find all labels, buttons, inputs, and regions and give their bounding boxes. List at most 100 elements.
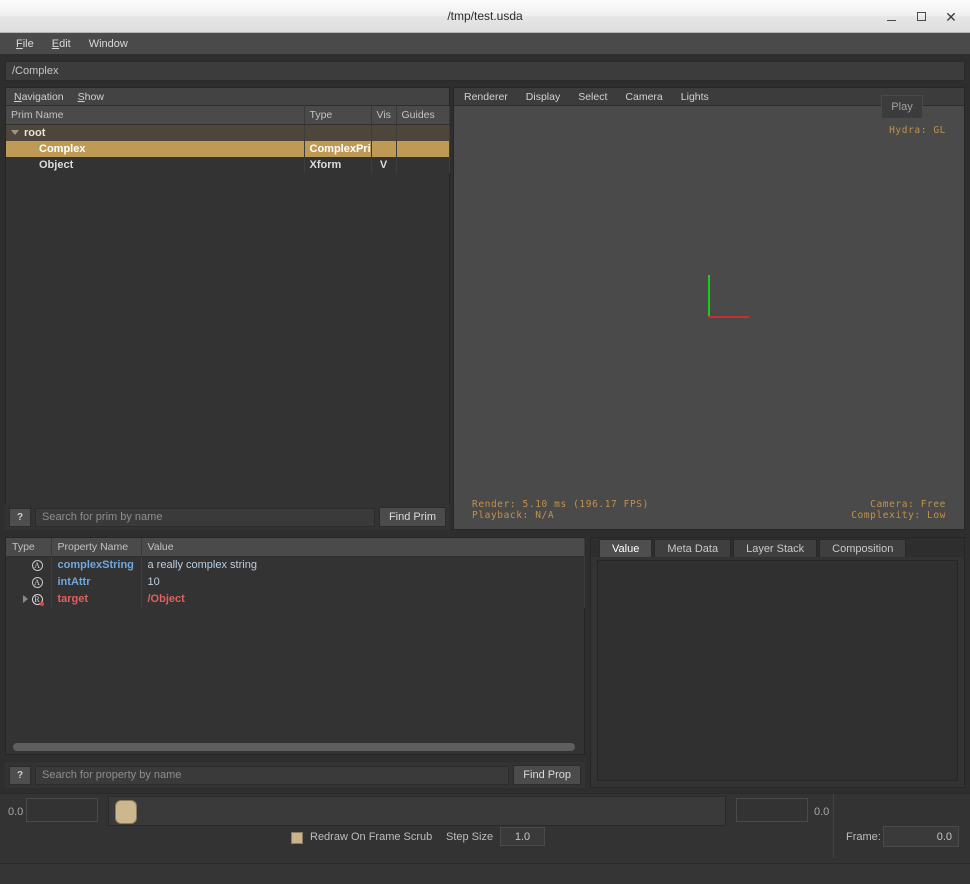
prim-search-help-icon[interactable]: ? (9, 508, 31, 527)
property-type-cell: R (6, 591, 51, 608)
window-title: /tmp/test.usda (447, 9, 522, 23)
axis-y-gizmo (708, 275, 710, 318)
table-row[interactable]: Object Xform V (6, 157, 449, 173)
prim-guides-cell[interactable] (396, 141, 449, 157)
prim-search-input[interactable]: Search for prim by name (35, 508, 375, 527)
property-type-cell: A (6, 557, 51, 574)
menu-window-label: Window (89, 38, 128, 50)
timeline-end-input[interactable] (736, 798, 808, 822)
minimize-icon[interactable] (876, 2, 906, 32)
property-table-header: Type Property Name Value (6, 538, 584, 557)
prim-vis-cell[interactable] (371, 125, 396, 141)
prim-name-cell[interactable]: Object (6, 157, 304, 173)
timeline-divider (833, 794, 834, 858)
property-name-cell[interactable]: intAttr (51, 574, 141, 591)
hud-playback-line: Playback: N/A (472, 510, 554, 521)
scrollbar-thumb[interactable] (13, 743, 575, 751)
property-name-cell[interactable]: target (51, 591, 141, 608)
prim-type-cell: Xform (304, 157, 371, 173)
redraw-on-frame-scrub-checkbox[interactable] (291, 832, 303, 844)
property-value-cell[interactable]: /Object (141, 591, 584, 608)
timeline-start-input[interactable] (26, 798, 98, 822)
prim-vis-cell[interactable]: V (371, 157, 396, 173)
attribute-icon: A (32, 577, 43, 588)
step-size-input[interactable]: 1.0 (500, 827, 545, 846)
menu-lights[interactable]: Lights (681, 91, 709, 103)
hud-render-line: Render: 5.10 ms (196.17 FPS) (472, 499, 649, 510)
chevron-right-icon[interactable] (23, 595, 28, 603)
frame-input[interactable]: 0.0 (883, 826, 959, 847)
axis-x-gizmo (708, 316, 749, 318)
maximize-icon[interactable] (906, 2, 936, 32)
prim-type-cell: ComplexPrim (304, 141, 371, 157)
property-name-cell[interactable]: complexString (51, 557, 141, 574)
column-value[interactable]: Value (141, 538, 584, 557)
prim-tree-header: Prim Name Type Vis Guides (6, 106, 449, 125)
prim-guides-cell[interactable] (396, 157, 449, 173)
tab-composition[interactable]: Composition (819, 539, 906, 557)
menu-renderer[interactable]: Renderer (464, 91, 508, 103)
prim-path-value: /Complex (12, 65, 58, 77)
tab-bar: Value Meta Data Layer Stack Composition (591, 538, 964, 557)
menu-show[interactable]: Show (78, 91, 104, 103)
menu-edit[interactable]: Edit (44, 36, 79, 52)
property-value-cell[interactable]: 10 (141, 574, 584, 591)
inspector-tab-panel: Value Meta Data Layer Stack Composition (590, 537, 965, 788)
column-vis[interactable]: Vis (371, 106, 396, 125)
prim-tree-panel: Navigation Show Prim Name Type Vis Guide… (5, 87, 450, 530)
prim-panel-menu-bar: Navigation Show (6, 88, 449, 106)
close-icon[interactable]: ✕ (936, 2, 966, 32)
prim-name-cell[interactable]: Complex (6, 141, 304, 157)
property-hscrollbar[interactable] (7, 741, 583, 753)
table-row[interactable]: R target /Object (6, 591, 584, 608)
viewport-3d-canvas[interactable]: Hydra: GL Render: 5.10 ms (196.17 FPS) P… (454, 107, 964, 529)
timeline-slider-handle[interactable] (115, 800, 137, 824)
prim-name-label: root (24, 127, 45, 139)
column-type[interactable]: Type (6, 538, 51, 557)
property-search-help-icon[interactable]: ? (9, 766, 31, 785)
tab-value[interactable]: Value (599, 539, 652, 557)
tab-content-area[interactable] (597, 560, 958, 781)
frame-label: Frame: (846, 831, 881, 843)
hud-complexity-line: Complexity: Low (851, 510, 946, 521)
column-property-name[interactable]: Property Name (51, 538, 141, 557)
chevron-down-icon[interactable] (11, 130, 19, 135)
step-size-label: Step Size (446, 831, 493, 843)
menu-display[interactable]: Display (526, 91, 560, 103)
column-prim-name[interactable]: Prim Name (6, 106, 304, 125)
property-panel: Type Property Name Value A complexString… (5, 537, 585, 755)
find-prim-button[interactable]: Find Prim (379, 507, 446, 527)
main-menu-bar: File Edit Window (0, 33, 970, 54)
prim-search-bar: ? Search for prim by name Find Prim (5, 504, 450, 530)
tab-layer-stack[interactable]: Layer Stack (733, 539, 817, 557)
table-row[interactable]: A complexString a really complex string (6, 557, 584, 574)
column-type[interactable]: Type (304, 106, 371, 125)
property-value-cell[interactable]: a really complex string (141, 557, 584, 574)
usdview-window: /tmp/test.usda ✕ File Edit Window /Compl… (0, 0, 970, 884)
property-search-input[interactable]: Search for property by name (35, 766, 509, 785)
prim-path-field[interactable]: /Complex (5, 61, 965, 81)
menu-camera[interactable]: Camera (625, 91, 662, 103)
menu-navigation[interactable]: Navigation (14, 91, 64, 103)
prim-vis-cell[interactable] (371, 141, 396, 157)
find-prop-button[interactable]: Find Prop (513, 765, 581, 785)
play-button[interactable]: Play (881, 95, 923, 119)
prim-type-cell (304, 125, 371, 141)
column-guides[interactable]: Guides (396, 106, 449, 125)
status-bar (0, 863, 970, 884)
tab-meta-data[interactable]: Meta Data (654, 539, 731, 557)
menu-window[interactable]: Window (81, 36, 136, 52)
redraw-on-frame-scrub-label: Redraw On Frame Scrub (310, 831, 432, 843)
table-row[interactable]: root (6, 125, 449, 141)
table-row[interactable]: Complex ComplexPrim (6, 141, 449, 157)
menu-file[interactable]: File (8, 36, 42, 52)
title-bar: /tmp/test.usda ✕ (0, 0, 970, 33)
hud-renderer-name: Hydra: GL (889, 125, 946, 136)
table-row[interactable]: A intAttr 10 (6, 574, 584, 591)
prim-name-cell[interactable]: root (6, 125, 304, 141)
timeline-slider[interactable] (108, 796, 726, 826)
hud-render-stats: Render: 5.10 ms (196.17 FPS) Playback: N… (472, 499, 649, 521)
prim-tree: Prim Name Type Vis Guides root Complex C… (6, 106, 450, 173)
prim-guides-cell[interactable] (396, 125, 449, 141)
menu-select[interactable]: Select (578, 91, 607, 103)
